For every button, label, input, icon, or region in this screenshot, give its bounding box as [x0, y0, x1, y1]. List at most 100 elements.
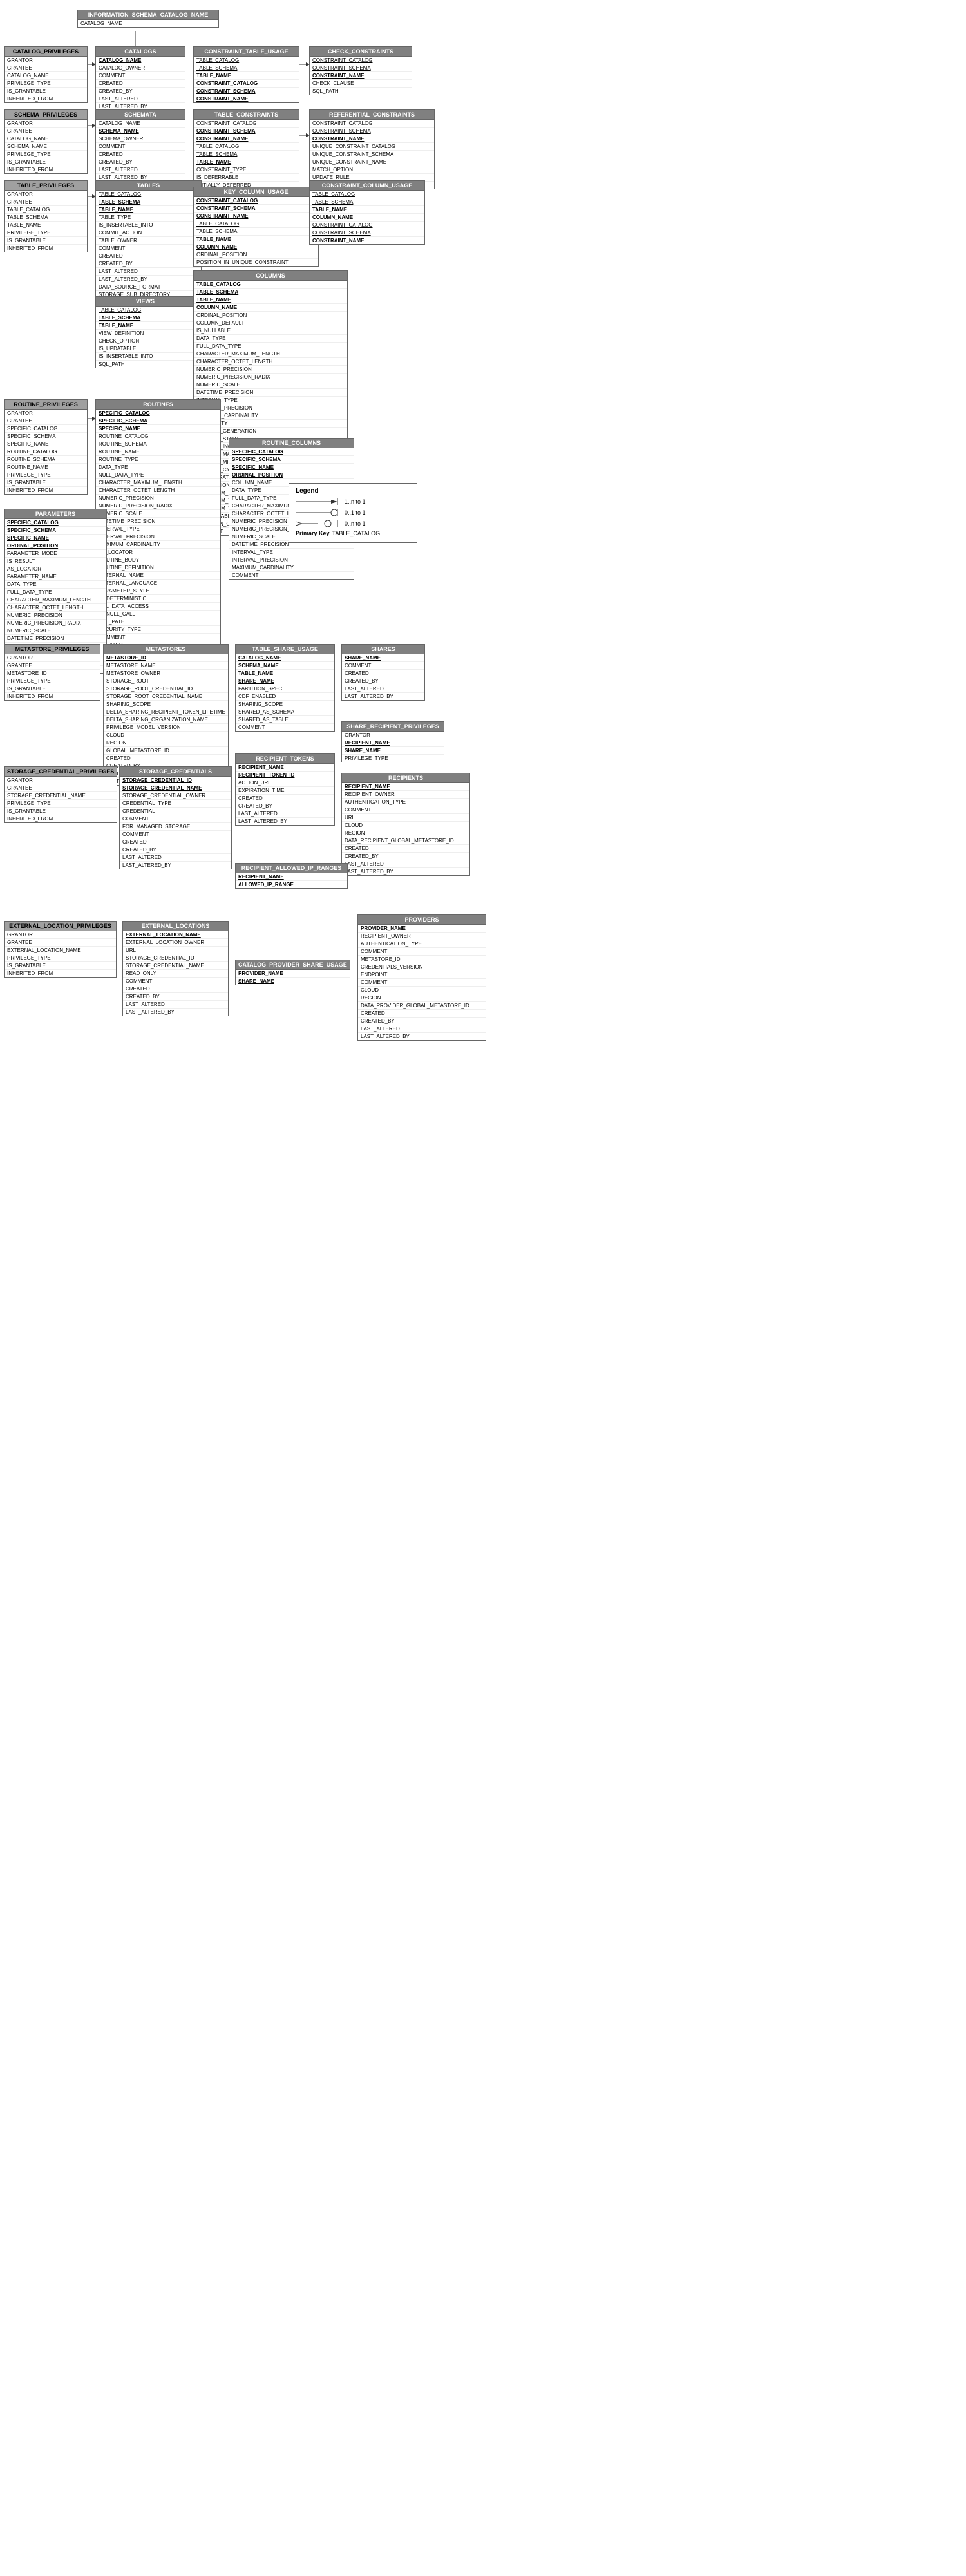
entity-field: TABLE_SCHEMA — [194, 228, 318, 236]
entity-header: RECIPIENT_ALLOWED_IP_RANGES — [236, 864, 347, 873]
entity-field: DATA_TYPE — [5, 581, 106, 589]
entity-field: LAST_ALTERED_BY — [358, 1033, 486, 1040]
entity-header: STORAGE_CREDENTIALS — [120, 767, 231, 777]
entity-recipient-allowed-ip-ranges: RECIPIENT_ALLOWED_IP_RANGES RECIPIENT_NA… — [235, 863, 348, 889]
entity-field: SHARE_NAME — [342, 747, 444, 755]
legend-title: Legend — [296, 488, 410, 495]
entity-field: EXTERNAL_LOCATION_NAME — [5, 947, 116, 954]
entity-field: CREATED_BY — [236, 802, 334, 810]
entity-field: TABLE_SCHEMA — [194, 64, 299, 72]
entity-field: SHARED_AS_TABLE — [236, 716, 334, 724]
entity-field: ENDPOINT — [358, 971, 486, 979]
entity-field: SCHEMA_NAME — [5, 143, 87, 151]
entity-field: RECIPIENT_NAME — [236, 764, 334, 772]
entity-header: SCHEMA_PRIVILEGES — [5, 110, 87, 120]
entity-field: TABLE_SCHEMA — [5, 214, 87, 222]
entity-tables: TABLES TABLE_CATALOG TABLE_SCHEMA TABLE_… — [95, 180, 202, 299]
entity-field: CREATED — [96, 151, 185, 158]
entity-field: CHECK_CLAUSE — [310, 80, 412, 88]
entity-field: PRIVILEGE_TYPE — [5, 229, 87, 237]
entity-field: PRIVILEGE_TYPE — [5, 151, 87, 158]
entity-field: NUMERIC_SCALE — [5, 627, 106, 635]
entity-field: DATA_RECIPIENT_GLOBAL_METASTORE_ID — [342, 837, 469, 845]
entity-field: NUMERIC_PRECISION_RADIX — [5, 620, 106, 627]
entity-field: CREATED — [104, 755, 228, 762]
entity-field: UNIQUE_CONSTRAINT_SCHEMA — [310, 151, 434, 158]
entity-field: LAST_ALTERED_BY — [236, 818, 334, 825]
entity-header: RECIPIENTS — [342, 773, 469, 783]
entity-header: TABLE_CONSTRAINTS — [194, 110, 299, 120]
entity-field: COMMENT — [236, 724, 334, 731]
entity-field: SECURITY_TYPE — [96, 626, 220, 634]
entity-catalog-privileges: CATALOG_PRIVILEGES GRANTOR GRANTEE CATAL… — [4, 46, 88, 103]
entity-field: LAST_ALTERED — [342, 685, 424, 693]
entity-referential-constraints: REFERENTIAL_CONSTRAINTS CONSTRAINT_CATAL… — [309, 109, 435, 189]
entity-field: TABLE_NAME — [96, 322, 194, 330]
entity-field: INTERVAL_PRECISION — [229, 556, 354, 564]
entity-field: CONSTRAINT_NAME — [310, 72, 412, 80]
entity-field: CATALOG_NAME — [78, 20, 218, 27]
entity-field: PARAMETER_NAME — [5, 573, 106, 581]
entity-field: ROUTINE_BODY — [96, 556, 220, 564]
entity-field: INHERITED_FROM — [5, 95, 87, 102]
entity-field: TABLE_SCHEMA — [310, 198, 424, 206]
entity-field: DATA_PROVIDER_GLOBAL_METASTORE_ID — [358, 1002, 486, 1010]
entity-field: INHERITED_FROM — [5, 487, 87, 494]
entity-field: SHARED_AS_SCHEMA — [236, 708, 334, 716]
entity-check-constraints: CHECK_CONSTRAINTS CONSTRAINT_CATALOG CON… — [309, 46, 412, 95]
entity-field: URL — [342, 814, 469, 822]
entity-field: STORAGE_CREDENTIAL_NAME — [123, 962, 228, 970]
entity-field: CONSTRAINT_SCHEMA — [194, 88, 299, 95]
entity-field: CREATED_BY — [96, 260, 201, 268]
legend-row-pk: Primary Key TABLE_CATALOG — [296, 530, 410, 536]
entity-field: CONSTRAINT_NAME — [310, 237, 424, 244]
entity-field: INTERVAL_TYPE — [96, 526, 220, 533]
entity-field: LAST_ALTERED_BY — [342, 693, 424, 700]
entity-field: GRANTEE — [5, 784, 117, 792]
entity-metastores: METASTORES METASTORE_ID METASTORE_NAME M… — [103, 644, 229, 786]
entity-header: CATALOGS — [96, 47, 185, 57]
entity-field: IS_DETERMINISTIC — [96, 595, 220, 603]
entity-field: TABLE_CATALOG — [310, 191, 424, 198]
entity-field: CHARACTER_MAXIMUM_LENGTH — [194, 350, 347, 358]
entity-schemata: SCHEMATA CATALOG_NAME SCHEMA_NAME SCHEMA… — [95, 109, 185, 182]
entity-field: CREATED_BY — [358, 1018, 486, 1025]
entity-field: TABLE_NAME — [194, 158, 299, 166]
entity-field: FULL_DATA_TYPE — [194, 343, 347, 350]
entity-header: METASTORES — [104, 645, 228, 654]
legend-row-0-1: 0..1 to 1 — [296, 508, 410, 517]
entity-field: CREATED — [342, 670, 424, 677]
entity-header: REFERENTIAL_CONSTRAINTS — [310, 110, 434, 120]
entity-field: SQL_DATA_ACCESS — [96, 603, 220, 611]
entity-field: COMMENT — [358, 979, 486, 987]
entity-field: URL — [123, 947, 228, 954]
entity-header: CHECK_CONSTRAINTS — [310, 47, 412, 57]
entity-header: ROUTINE_PRIVILEGES — [5, 400, 87, 410]
entity-field: SPECIFIC_SCHEMA — [5, 527, 106, 535]
entity-field: CATALOG_NAME — [5, 135, 87, 143]
entity-field: CREDENTIALS_VERSION — [358, 963, 486, 971]
entity-field: CREATED_BY — [96, 158, 185, 166]
entity-field: LAST_ALTERED_BY — [96, 276, 201, 283]
entity-field: CONSTRAINT_SCHEMA — [194, 128, 299, 135]
entity-header: CATALOG_PROVIDER_SHARE_USAGE — [236, 960, 350, 970]
entity-field: PRIVILEGE_TYPE — [342, 755, 444, 762]
entity-field: CATALOG_NAME — [236, 654, 334, 662]
entity-field: EXTERNAL_NAME — [96, 572, 220, 580]
entity-constraint-column-usage: CONSTRAINT_COLUMN_USAGE TABLE_CATALOG TA… — [309, 180, 425, 245]
entity-field: COMMENT — [96, 143, 185, 151]
entity-catalogs: CATALOGS CATALOG_NAME CATALOG_OWNER COMM… — [95, 46, 185, 111]
entity-field: METASTORE_NAME — [104, 662, 228, 670]
entity-field: COLUMN_DEFAULT — [194, 319, 347, 327]
entity-field: GRANTEE — [5, 939, 116, 947]
entity-field: GRANTOR — [5, 191, 87, 198]
entity-field: IS_INSERTABLE_INTO — [96, 353, 194, 361]
entity-field: CATALOG_NAME — [5, 72, 87, 80]
entity-field: TABLE_OWNER — [96, 237, 201, 245]
entity-field: GRANTOR — [5, 654, 100, 662]
entity-field: IS_GRANTABLE — [5, 808, 117, 815]
entity-field: TABLE_CATALOG — [194, 281, 347, 289]
entity-header: EXTERNAL_LOCATIONS — [123, 922, 228, 931]
entity-field: CREATED_BY — [96, 88, 185, 95]
entity-field: PRIVILEGE_TYPE — [5, 800, 117, 808]
